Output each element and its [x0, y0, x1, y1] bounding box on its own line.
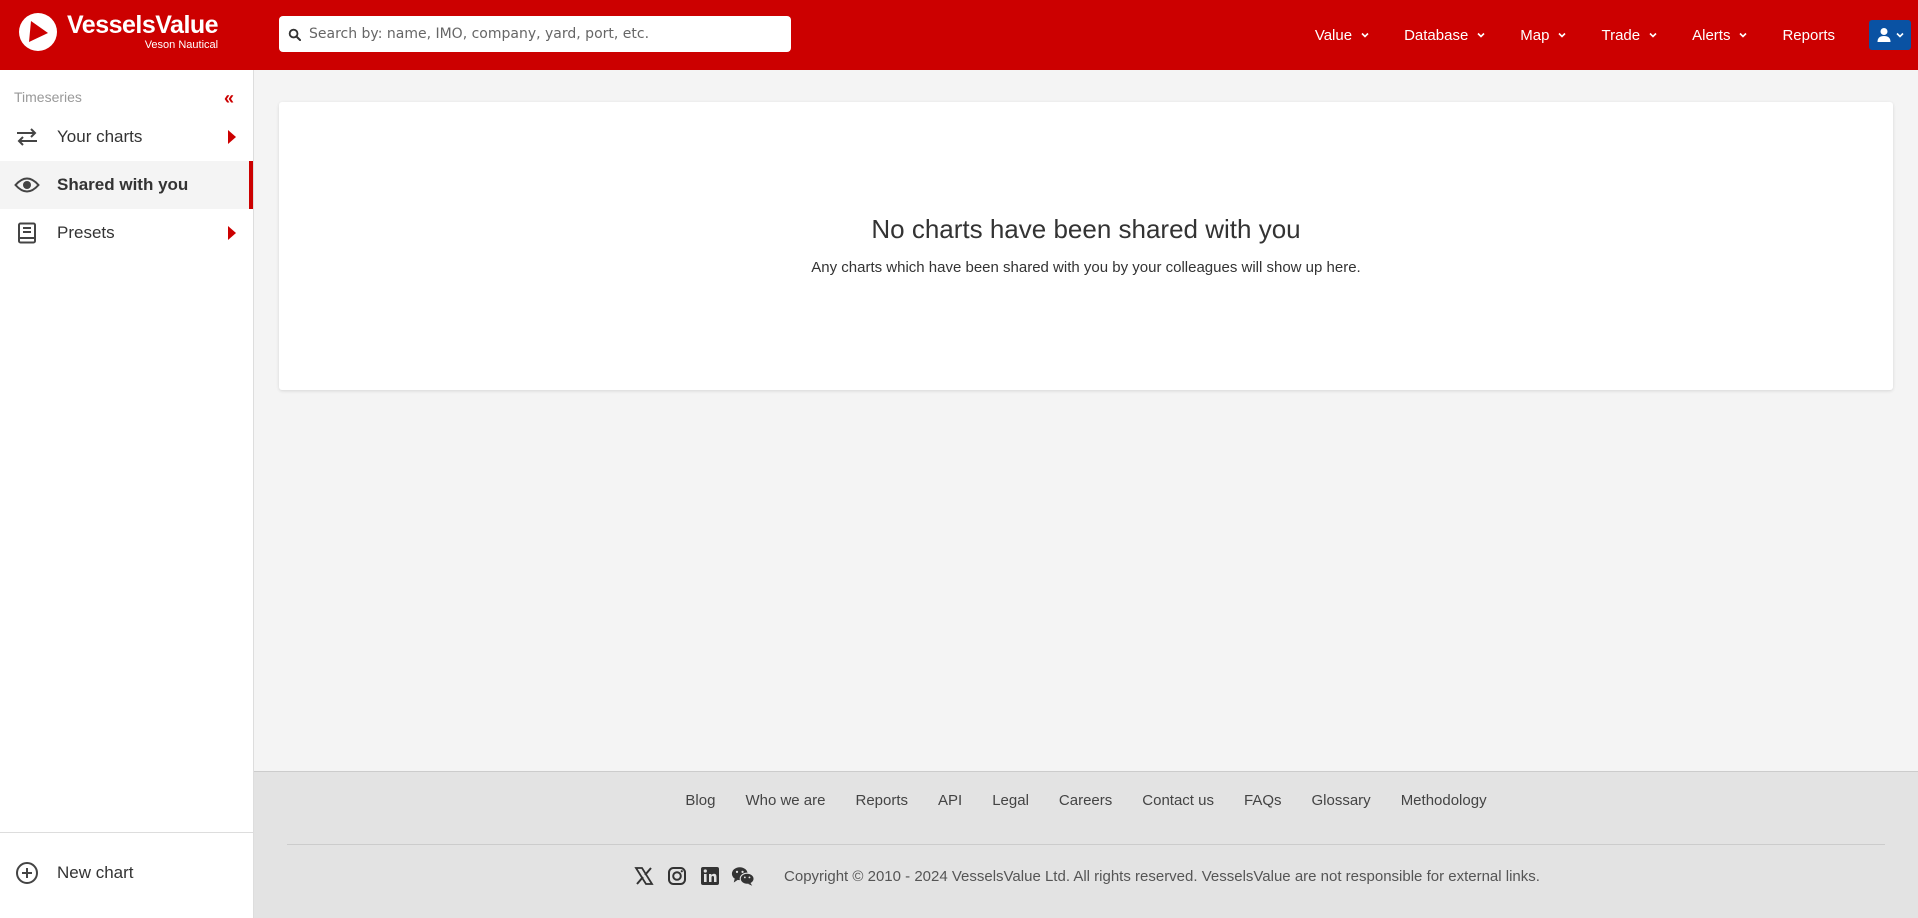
footer-link-methodology[interactable]: Methodology [1401, 792, 1487, 809]
search-input[interactable] [309, 26, 779, 42]
sidebar-item-label: Your charts [57, 127, 143, 146]
footer-link-api[interactable]: API [938, 792, 962, 809]
nav-trade-label: Trade [1601, 26, 1641, 44]
nav-database-label: Database [1404, 26, 1469, 44]
main-nav: Value Database Map Trade Alerts Reports [1281, 0, 1918, 70]
caret-right-icon [228, 130, 236, 144]
nav-value-label: Value [1314, 26, 1353, 44]
empty-state-text: Any charts which have been shared with y… [811, 259, 1361, 276]
sidebar-footer: New chart [0, 832, 253, 918]
sidebar-item-label: Shared with you [57, 175, 189, 194]
footer-link-who-we-are[interactable]: Who we are [745, 792, 825, 809]
user-menu-button[interactable] [1869, 20, 1911, 50]
nav-trade[interactable]: Trade [1601, 27, 1658, 44]
nav-alerts-label: Alerts [1692, 26, 1731, 44]
linkedin-icon[interactable] [698, 864, 722, 888]
brand-name: VesselsValue [67, 11, 219, 39]
wechat-icon[interactable] [731, 864, 755, 888]
footer-link-careers[interactable]: Careers [1059, 792, 1112, 809]
top-header: VesselsValue Veson Nautical Value Databa… [0, 0, 1918, 70]
sidebar-item-presets[interactable]: Presets [0, 209, 253, 257]
nav-reports[interactable]: Reports [1782, 27, 1835, 44]
footer-divider [287, 844, 1885, 845]
social-links [632, 864, 764, 888]
x-icon[interactable] [632, 864, 656, 888]
search-icon [288, 28, 301, 41]
nav-map[interactable]: Map [1520, 27, 1567, 44]
empty-state-title: No charts have been shared with you [871, 214, 1301, 244]
footer-link-faqs[interactable]: FAQs [1244, 792, 1282, 809]
brand-subtitle: Veson Nautical [144, 39, 219, 51]
footer-links: Blog Who we are Reports API Legal Career… [254, 792, 1918, 809]
footer-link-legal[interactable]: Legal [992, 792, 1029, 809]
nav-reports-label: Reports [1782, 26, 1835, 44]
nav-value[interactable]: Value [1315, 27, 1370, 44]
copyright-text: Copyright © 2010 - 2024 VesselsValue Ltd… [784, 867, 1540, 885]
footer-link-contact-us[interactable]: Contact us [1142, 792, 1214, 809]
brand-logo[interactable]: VesselsValue Veson Nautical [19, 11, 219, 51]
nav-alerts[interactable]: Alerts [1692, 27, 1748, 44]
new-chart-button[interactable]: New chart [0, 853, 253, 893]
plus-circle-icon [16, 862, 38, 884]
sidebar: Timeseries « Your charts Shared with you [0, 70, 254, 918]
sidebar-item-label: Presets [57, 223, 115, 242]
new-chart-label: New chart [57, 863, 134, 882]
eye-icon [14, 174, 40, 196]
chevron-down-icon [1649, 32, 1657, 38]
sidebar-item-your-charts[interactable]: Your charts [0, 113, 253, 161]
chevron-down-icon [1558, 32, 1567, 38]
footer-link-reports[interactable]: Reports [855, 792, 908, 809]
chevron-down-icon [1361, 32, 1369, 38]
nav-map-label: Map [1520, 26, 1550, 44]
logo-mark-icon [19, 13, 57, 51]
caret-right-icon [228, 226, 236, 240]
user-icon [1877, 28, 1890, 42]
chevron-down-icon [1895, 32, 1904, 38]
page-footer: Blog Who we are Reports API Legal Career… [254, 771, 1918, 918]
swap-arrows-icon [14, 126, 40, 148]
empty-state-card: No charts have been shared with you Any … [279, 102, 1893, 390]
footer-link-blog[interactable]: Blog [685, 792, 715, 809]
sidebar-item-shared-with-you[interactable]: Shared with you [0, 161, 253, 209]
chevron-down-icon [1477, 32, 1485, 38]
chevron-down-icon [1739, 32, 1748, 38]
instagram-icon[interactable] [665, 864, 689, 888]
book-icon [14, 222, 40, 244]
search-bar[interactable] [279, 16, 791, 52]
sidebar-heading: Timeseries [14, 89, 82, 105]
footer-bottom: Copyright © 2010 - 2024 VesselsValue Ltd… [254, 864, 1918, 888]
collapse-sidebar-icon[interactable]: « [224, 89, 234, 107]
nav-database[interactable]: Database [1404, 27, 1486, 44]
footer-link-glossary[interactable]: Glossary [1312, 792, 1371, 809]
